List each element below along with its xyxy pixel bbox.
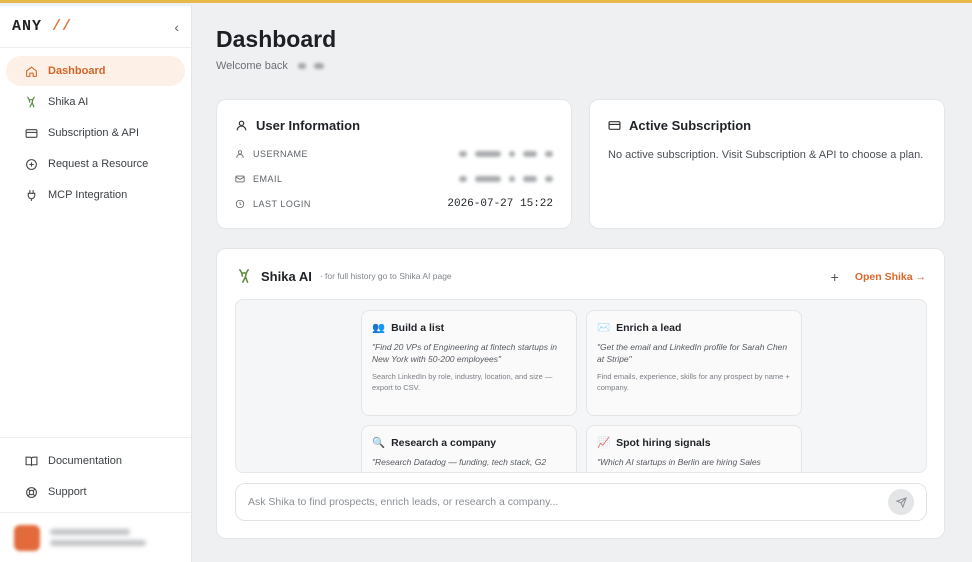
shika-hint: · for full history go to Shika AI page bbox=[319, 271, 452, 281]
sidebar-nav: Dashboard Shika AI Subscription & API Re… bbox=[0, 48, 191, 219]
subscription-title: Active Subscription bbox=[629, 118, 752, 133]
email-row: EMAIL bbox=[235, 166, 553, 191]
suggestion-title: 📈 Spot hiring signals bbox=[597, 436, 711, 450]
sidebar-item-label: Shika AI bbox=[48, 96, 89, 108]
collapse-sidebar-icon[interactable]: ‹ bbox=[174, 19, 179, 35]
active-subscription-card: Active Subscription No active subscripti… bbox=[589, 99, 945, 229]
suggestion-prompt: "Research Datadog — funding, tech stack,… bbox=[372, 457, 547, 467]
page-title: Dashboard bbox=[216, 26, 337, 52]
send-icon bbox=[895, 496, 907, 508]
user-information-card: User Information USERNAME EMAIL LAST LOG… bbox=[216, 99, 572, 229]
mail-icon bbox=[235, 175, 245, 182]
people-icon: 👥 bbox=[372, 322, 386, 334]
sidebar-header: ANY // ‹ bbox=[0, 6, 191, 48]
home-icon bbox=[24, 64, 38, 78]
sidebar-item-label: Documentation bbox=[48, 455, 122, 467]
sidebar-item-support[interactable]: Support bbox=[6, 477, 185, 507]
main-content: Dashboard Welcome back User Information … bbox=[192, 6, 972, 562]
sidebar-item-shika-ai[interactable]: Shika AI bbox=[6, 87, 185, 117]
shika-ai-card: Shika AI · for full history go to Shika … bbox=[216, 248, 945, 539]
sidebar-item-label: MCP Integration bbox=[48, 189, 128, 201]
email-label: EMAIL bbox=[235, 174, 385, 184]
suggestion-hiring-signals[interactable]: 📈 Spot hiring signals "Which AI startups… bbox=[586, 425, 802, 472]
suggestions-panel[interactable]: 👥 Build a list "Find 20 VPs of Engineeri… bbox=[235, 299, 927, 473]
clock-icon bbox=[235, 199, 245, 208]
suggestion-description: Search LinkedIn by role, industry, locat… bbox=[372, 372, 553, 392]
sidebar-item-label: Request a Resource bbox=[48, 158, 149, 170]
plus-circle-icon bbox=[24, 157, 38, 171]
subscription-message: No active subscription. Visit Subscripti… bbox=[608, 149, 924, 161]
book-icon bbox=[24, 454, 38, 468]
envelope-icon: ✉️ bbox=[597, 322, 611, 334]
suggestion-prompt: "Which AI startups in Berlin are hiring … bbox=[597, 457, 761, 467]
logo-slashes: // bbox=[52, 18, 73, 35]
redacted-name bbox=[297, 63, 324, 69]
suggestion-build-list[interactable]: 👥 Build a list "Find 20 VPs of Engineeri… bbox=[361, 310, 577, 416]
suggestion-prompt: "Find 20 VPs of Engineering at fintech s… bbox=[372, 342, 557, 364]
last-login-value: 2026-07-27 15:22 bbox=[447, 197, 553, 210]
suggestion-title: 🔍 Research a company bbox=[372, 436, 497, 450]
avatar bbox=[14, 524, 40, 551]
card-title: User Information bbox=[235, 118, 553, 133]
sidebar-item-label: Support bbox=[48, 486, 87, 498]
shika-header: Shika AI · for full history go to Shika … bbox=[235, 267, 452, 285]
open-shika-link[interactable]: Open Shika → bbox=[855, 271, 926, 283]
sidebar-item-subscription[interactable]: Subscription & API bbox=[6, 118, 185, 148]
user-profile[interactable] bbox=[0, 512, 191, 562]
user-icon bbox=[236, 120, 247, 131]
sidebar: ANY // ‹ Dashboard Shika AI Subscription… bbox=[0, 6, 192, 562]
suggestion-prompt: "Get the email and LinkedIn profile for … bbox=[597, 342, 788, 364]
last-login-row: LAST LOGIN 2026-07-27 15:22 bbox=[235, 191, 553, 216]
logo-text: ANY bbox=[12, 18, 43, 35]
sidebar-item-label: Subscription & API bbox=[48, 127, 140, 139]
username-label: USERNAME bbox=[235, 149, 385, 159]
deer-icon bbox=[24, 95, 38, 109]
suggestion-enrich-lead[interactable]: ✉️ Enrich a lead "Get the email and Link… bbox=[586, 310, 802, 416]
card-icon bbox=[608, 121, 621, 130]
sidebar-item-dashboard[interactable]: Dashboard bbox=[6, 56, 185, 86]
sidebar-item-mcp-integration[interactable]: MCP Integration bbox=[6, 180, 185, 210]
sidebar-item-documentation[interactable]: Documentation bbox=[6, 446, 185, 476]
welcome-text: Welcome back bbox=[216, 60, 288, 72]
chat-input-bar bbox=[235, 483, 927, 521]
app-window: ANY // ‹ Dashboard Shika AI Subscription… bbox=[0, 0, 972, 562]
logo[interactable]: ANY // bbox=[12, 18, 72, 35]
redacted-user-details bbox=[50, 529, 146, 546]
shika-title: Shika AI bbox=[261, 268, 312, 284]
shika-chat-input[interactable] bbox=[248, 496, 888, 508]
suggestion-research-company[interactable]: 🔍 Research a company "Research Datadog —… bbox=[361, 425, 577, 472]
user-icon bbox=[236, 149, 244, 158]
chart-icon: 📈 bbox=[597, 437, 611, 449]
magnifier-icon: 🔍 bbox=[372, 437, 386, 449]
sidebar-item-request-resource[interactable]: Request a Resource bbox=[6, 149, 185, 179]
new-chat-button[interactable]: + bbox=[831, 269, 839, 285]
sidebar-bottom-nav: Documentation Support bbox=[0, 437, 191, 516]
suggestion-description: Find emails, experience, skills for any … bbox=[597, 372, 790, 392]
plug-icon bbox=[24, 188, 38, 202]
welcome-message: Welcome back bbox=[216, 60, 324, 72]
suggestion-title: ✉️ Enrich a lead bbox=[597, 321, 682, 335]
suggestion-title: 👥 Build a list bbox=[372, 321, 445, 335]
username-row: USERNAME bbox=[235, 141, 553, 166]
card-icon bbox=[24, 126, 38, 140]
sidebar-item-label: Dashboard bbox=[48, 65, 106, 77]
redacted-email bbox=[459, 175, 553, 182]
send-button[interactable] bbox=[888, 489, 914, 515]
shika-actions: + Open Shika → bbox=[831, 269, 926, 285]
user-info-title: User Information bbox=[256, 118, 361, 133]
lifebuoy-icon bbox=[24, 485, 38, 499]
deer-icon bbox=[238, 268, 250, 284]
card-title: Active Subscription bbox=[608, 118, 926, 133]
last-login-label: LAST LOGIN bbox=[235, 199, 385, 209]
redacted-username bbox=[459, 150, 553, 157]
